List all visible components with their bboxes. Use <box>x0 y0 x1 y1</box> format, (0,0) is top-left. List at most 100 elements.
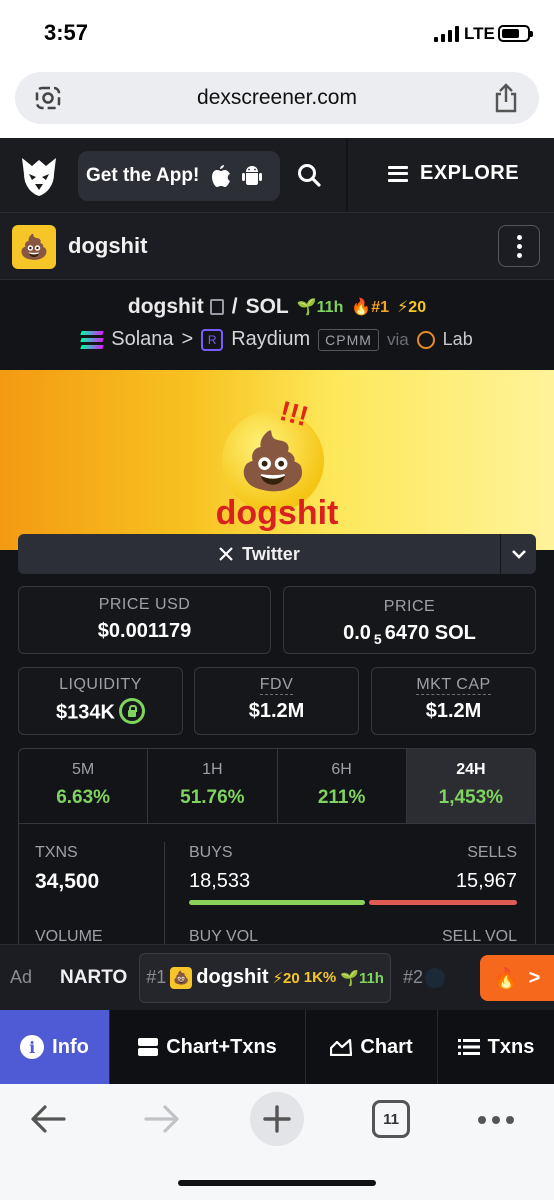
period-tab-5m[interactable]: 5M 6.63% <box>19 749 149 823</box>
chevron-right-icon: > <box>528 966 541 989</box>
tab-txns-label: Txns <box>487 1035 535 1058</box>
home-indicator <box>178 1180 376 1186</box>
trending-ticker: Ad NARTO #1 💩 dogshit ⚡20 1K% 🌱11h #2 🔥 … <box>0 944 554 1010</box>
tab-info[interactable]: i Info <box>0 1010 110 1084</box>
ticker-next-avatar[interactable] <box>425 967 445 988</box>
period-tab-6h[interactable]: 6H 211% <box>278 749 407 823</box>
period-selector: 5M 6.63% 1H 51.76% 6H 211% 24H 1,453% <box>18 748 536 824</box>
pair-line: dogshit / SOL 🌱11h 🔥#1 ⚡20 <box>0 295 554 319</box>
ticker-avatar: 💩 <box>170 966 193 989</box>
tab-chart-label: Chart <box>360 1035 413 1058</box>
price-native-label: PRICE <box>383 598 436 615</box>
ticker-change: 1K% <box>303 969 337 986</box>
txns-value: 34,500 <box>35 870 100 893</box>
explore-button[interactable]: EXPLORE <box>388 162 519 185</box>
pair-age-badge: 🌱11h <box>296 299 344 316</box>
tab-chart-txns-label: Chart+Txns <box>166 1035 277 1058</box>
txns-panel: TXNS 34,500 BUYS 18,533 SELLS 15,967 VOL… <box>18 824 536 964</box>
launchpad-name[interactable]: Lab <box>443 329 473 350</box>
x-icon <box>219 547 233 561</box>
price-native-value: 0.0 5 6470 SOL <box>343 622 476 647</box>
back-icon[interactable] <box>30 1104 66 1134</box>
ticker-next-rank[interactable]: #2 <box>403 967 423 988</box>
via-label: via <box>386 329 409 349</box>
tab-info-label: Info <box>52 1035 89 1058</box>
seedling-icon: 🌱 <box>296 299 317 316</box>
battery-icon <box>498 25 533 42</box>
share-icon[interactable] <box>493 83 519 113</box>
site-header: Get the App! EXPLORE <box>0 138 554 212</box>
pair-base: dogshit <box>127 295 204 318</box>
dex-name[interactable]: Raydium <box>231 328 310 351</box>
browser-address-area: dexscreener.com <box>0 70 554 138</box>
bottom-tab-bar: i Info Chart+Txns Chart Txns <box>0 1010 554 1084</box>
buys-label: BUYS <box>189 844 233 861</box>
get-app-button[interactable]: Get the App! <box>78 151 280 201</box>
tab-chart[interactable]: Chart <box>306 1010 438 1084</box>
get-app-label: Get the App! <box>86 165 200 186</box>
more-icon[interactable] <box>478 1116 514 1124</box>
tabs-icon[interactable]: 11 <box>372 1100 410 1138</box>
period-tab-1h[interactable]: 1H 51.76% <box>148 749 278 823</box>
txns-divider <box>164 842 165 952</box>
url-text[interactable]: dexscreener.com <box>15 86 539 110</box>
buy-sell-ratio-bar <box>189 900 517 905</box>
status-bar: 3:57 LTE <box>0 0 554 70</box>
chart-icon <box>330 1038 353 1056</box>
lab-icon <box>416 330 435 349</box>
trending-button[interactable]: 🔥 > <box>480 955 554 1001</box>
address-bar[interactable]: dexscreener.com <box>15 72 539 124</box>
mkt-cap-card: MKT CAP $1.2M <box>371 667 536 735</box>
plus-icon <box>263 1105 291 1133</box>
ticker-name: dogshit <box>196 966 269 988</box>
forward-icon[interactable] <box>144 1104 180 1134</box>
chevron-down-icon <box>511 550 526 559</box>
liquidity-value-row: $134K <box>19 698 182 726</box>
explore-label: EXPLORE <box>420 162 520 184</box>
boost-badge[interactable]: ⚡20 <box>397 297 426 317</box>
chain-breadcrumb: Solana > R Raydium CPMM via Lab <box>0 328 554 351</box>
token-title-bar: 💩 dogshit <box>0 212 554 280</box>
price-usd-card: PRICE USD $0.001179 <box>18 586 271 654</box>
token-avatar: 💩 <box>12 225 56 269</box>
sell-bar <box>369 900 517 905</box>
info-icon: i <box>20 1035 45 1059</box>
bolt-icon: ⚡ <box>397 299 409 316</box>
lock-icon[interactable] <box>118 698 145 724</box>
ticker-item[interactable]: #1 💩 dogshit ⚡20 1K% 🌱11h <box>139 952 391 1003</box>
trending-rank-badge[interactable]: 🔥#1 <box>351 297 389 317</box>
new-tab-button[interactable] <box>250 1092 304 1146</box>
tab-txns[interactable]: Txns <box>438 1010 554 1084</box>
tab-chart-txns[interactable]: Chart+Txns <box>110 1010 306 1084</box>
ad-token[interactable]: NARTO <box>60 967 127 989</box>
socials-bar: Twitter <box>18 534 536 574</box>
price-native-card: PRICE 0.0 5 6470 SOL <box>283 586 536 654</box>
liquidity-label: LIQUIDITY <box>59 676 142 693</box>
liquidity-card: LIQUIDITY $134K <box>18 667 183 735</box>
eagle-logo-icon[interactable] <box>18 154 60 198</box>
flame-icon: 🔥 <box>493 967 519 990</box>
period-tab-24h[interactable]: 24H 1,453% <box>406 749 535 823</box>
solana-icon <box>80 330 104 349</box>
socials-dropdown-button[interactable] <box>500 534 536 574</box>
ticker-age: 🌱11h <box>340 969 384 987</box>
buys-value: 18,533 <box>189 870 251 892</box>
twitter-button[interactable]: Twitter <box>18 534 500 574</box>
ad-label: Ad <box>10 967 33 987</box>
apple-icon <box>212 165 231 187</box>
pool-type-badge: CPMM <box>318 328 379 351</box>
ticker-rank: #1 <box>146 967 167 987</box>
search-icon[interactable] <box>296 162 322 188</box>
price-usd-label: PRICE USD <box>98 596 191 613</box>
fdv-label: FDV <box>259 676 294 695</box>
kebab-icon[interactable] <box>498 225 540 267</box>
signal-icon <box>434 26 459 42</box>
banner-wordmark: dogshit <box>215 494 339 532</box>
android-icon <box>242 166 263 185</box>
flame-icon: 🔥 <box>351 299 372 316</box>
liquidity-value: $134K <box>56 701 115 724</box>
copy-icon[interactable] <box>209 299 224 315</box>
chain-name[interactable]: Solana <box>111 328 173 351</box>
pair-quote: SOL <box>245 295 289 318</box>
browser-toolbar: 11 <box>0 1084 554 1200</box>
